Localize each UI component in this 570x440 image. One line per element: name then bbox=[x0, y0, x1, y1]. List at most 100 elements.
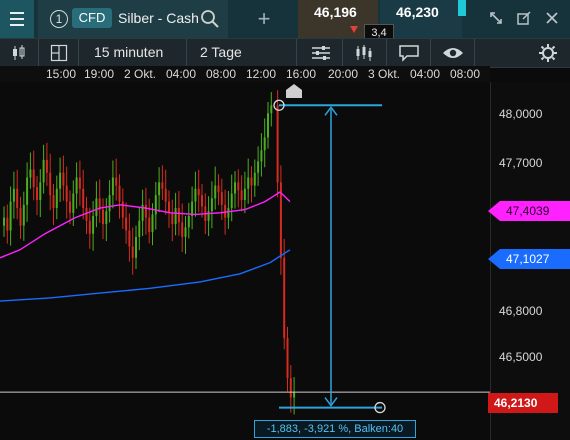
candle-body bbox=[102, 209, 104, 225]
close-icon[interactable] bbox=[544, 10, 560, 26]
ma-long-line bbox=[0, 249, 291, 302]
candle-body bbox=[36, 187, 38, 200]
candle-body bbox=[144, 204, 147, 218]
measure-label: -1,883, -3,921 %, Balken:40 bbox=[254, 420, 416, 438]
candle-body bbox=[177, 208, 180, 223]
price-label: 48,0000 bbox=[499, 107, 543, 121]
scroll-marker-icon bbox=[286, 84, 302, 98]
candle-body bbox=[108, 195, 111, 212]
candle-body bbox=[69, 201, 71, 213]
candle-body bbox=[154, 195, 157, 215]
separator bbox=[430, 39, 431, 67]
separator bbox=[386, 39, 387, 67]
candle-body bbox=[135, 236, 137, 258]
time-label: 04:00 bbox=[410, 67, 441, 81]
ma-short-line bbox=[0, 191, 291, 259]
price-label: 46,5000 bbox=[499, 350, 543, 364]
pin-icon[interactable] bbox=[488, 10, 504, 26]
candle-body bbox=[85, 208, 88, 221]
time-label: 20:00 bbox=[328, 67, 359, 81]
candle-body bbox=[3, 217, 5, 226]
chart-type-icon[interactable] bbox=[354, 43, 374, 63]
candle-body bbox=[78, 177, 81, 189]
buy-price: 46,230 bbox=[396, 4, 439, 20]
candle-body bbox=[257, 161, 260, 173]
candle-body bbox=[32, 169, 35, 188]
window-controls bbox=[476, 0, 570, 38]
time-axis: 15:00 19:00 2 Okt. 04:00 08:00 12:00 16:… bbox=[0, 66, 490, 82]
time-label: 19:00 bbox=[84, 67, 115, 81]
plus-icon: + bbox=[257, 6, 271, 31]
candle-body bbox=[82, 188, 85, 209]
candle-body bbox=[187, 216, 190, 228]
sell-price: 46,196 bbox=[314, 4, 357, 20]
candle-body bbox=[181, 222, 184, 237]
price-chart[interactable] bbox=[0, 82, 570, 440]
price-label: 46,8000 bbox=[499, 304, 543, 318]
candle-body bbox=[95, 198, 98, 217]
add-tab-button[interactable]: + bbox=[232, 0, 296, 38]
candle-body bbox=[92, 216, 95, 234]
range-selector[interactable]: 2 Tage bbox=[200, 44, 242, 60]
candlestick-chart-icon[interactable] bbox=[10, 44, 28, 62]
time-label: 12:00 bbox=[246, 67, 277, 81]
candle-body bbox=[148, 217, 151, 233]
time-label: 2 Okt. bbox=[124, 67, 157, 81]
candle-body bbox=[289, 378, 292, 398]
candle-body bbox=[45, 159, 48, 173]
candle-body bbox=[88, 220, 91, 234]
candle-body bbox=[168, 201, 170, 213]
menu-button[interactable] bbox=[0, 0, 34, 38]
eye-icon[interactable] bbox=[442, 45, 464, 61]
candle-body bbox=[286, 338, 289, 379]
interval-selector[interactable]: 15 minuten bbox=[94, 44, 163, 60]
candle-body bbox=[283, 257, 286, 339]
candle-body bbox=[171, 212, 174, 225]
candle-body bbox=[207, 211, 210, 221]
candle-body bbox=[276, 105, 279, 183]
instrument-type-badge: CFD bbox=[72, 8, 112, 28]
instrument-tab[interactable]: 1 CFD Silber - Cash bbox=[38, 0, 228, 38]
candle-body bbox=[243, 188, 246, 200]
time-label: 04:00 bbox=[166, 67, 197, 81]
candles bbox=[3, 90, 296, 415]
time-label: 3 Okt. bbox=[368, 67, 401, 81]
separator bbox=[186, 39, 187, 67]
chart-toolbar: 15 minuten 2 Tage bbox=[0, 38, 570, 68]
candle-body bbox=[26, 177, 29, 205]
candle-body bbox=[210, 198, 213, 212]
candle-body bbox=[164, 188, 167, 202]
candle-body bbox=[62, 172, 65, 186]
indicators-icon[interactable] bbox=[310, 44, 332, 62]
candle-body bbox=[263, 137, 266, 151]
instrument-name: Silber - Cash bbox=[118, 10, 199, 26]
candle-body bbox=[230, 193, 233, 209]
comment-icon[interactable] bbox=[398, 44, 420, 62]
candle-body bbox=[197, 188, 200, 196]
separator bbox=[474, 39, 475, 67]
time-label: 08:00 bbox=[206, 67, 237, 81]
layout-icon[interactable] bbox=[50, 44, 68, 62]
candle-body bbox=[72, 193, 75, 213]
candle-body bbox=[19, 208, 22, 226]
candle-body bbox=[42, 159, 45, 183]
settings-icon[interactable] bbox=[538, 43, 558, 63]
time-label: 08:00 bbox=[450, 67, 481, 81]
popout-icon[interactable] bbox=[516, 10, 532, 26]
candle-body bbox=[234, 182, 236, 194]
hamburger-icon bbox=[10, 10, 24, 28]
candle-body bbox=[29, 169, 32, 178]
candle-body bbox=[6, 217, 9, 231]
last-price-tag: 46,2130 bbox=[488, 393, 558, 413]
candle-body bbox=[227, 208, 230, 218]
candle-body bbox=[237, 182, 240, 191]
candle-body bbox=[253, 172, 256, 186]
candle-body bbox=[174, 208, 177, 225]
candle-body bbox=[247, 177, 250, 189]
candle-body bbox=[267, 113, 269, 138]
candle-body bbox=[184, 227, 187, 237]
down-arrow-icon bbox=[350, 26, 358, 33]
search-icon[interactable] bbox=[200, 9, 220, 29]
candle-body bbox=[158, 182, 161, 196]
separator bbox=[78, 39, 79, 67]
